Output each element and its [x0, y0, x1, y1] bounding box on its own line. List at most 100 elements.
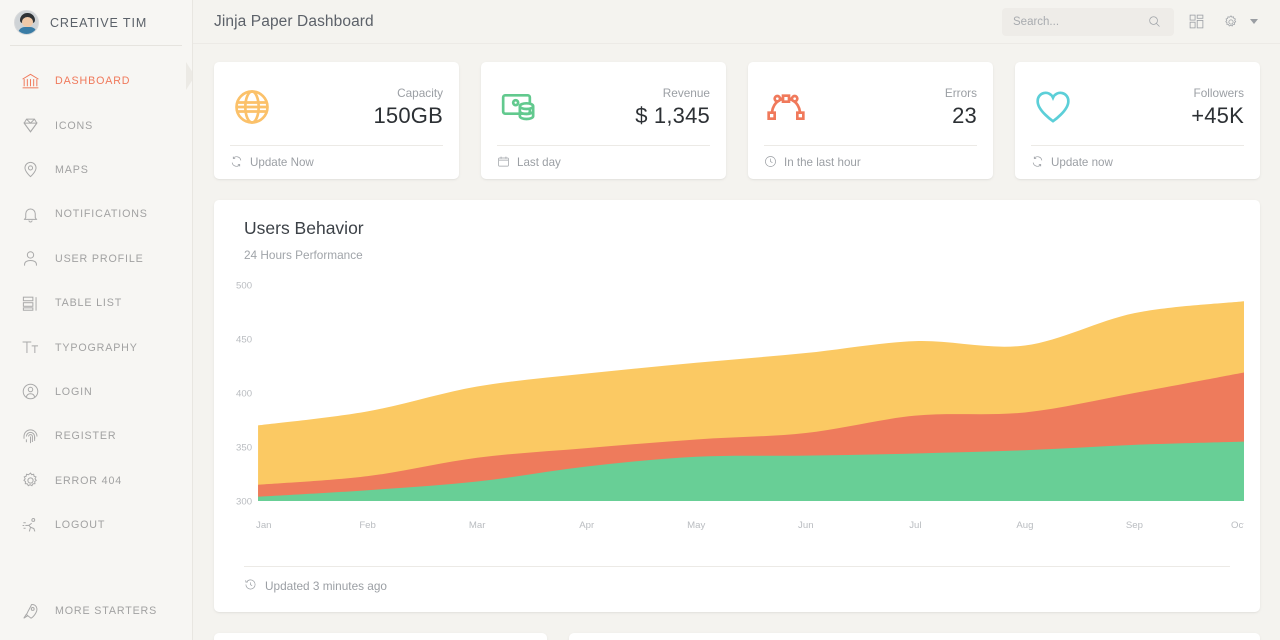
running-man-icon — [20, 515, 41, 536]
stat-label: Followers — [1191, 84, 1244, 102]
sidebar-divider — [10, 45, 182, 46]
sidebar-item-label: LOGOUT — [55, 519, 105, 531]
sidebar-item-label: ICONS — [55, 120, 93, 132]
vector-path-icon — [764, 85, 808, 129]
main-area: Jinja Paper Dashboard — [193, 0, 1280, 640]
sidebar-item-user-profile[interactable]: USER PROFILE — [0, 237, 192, 281]
bottom-row — [214, 633, 1260, 640]
sidebar-item-label: LOGIN — [55, 386, 93, 398]
sidebar-item-dashboard[interactable]: DASHBOARD — [0, 59, 192, 103]
sidebar-item-login[interactable]: LOGIN — [0, 370, 192, 414]
x-axis-tick: Feb — [359, 520, 376, 531]
stat-footer[interactable]: Last day — [497, 146, 710, 179]
sidebar-item-label: MORE STARTERS — [55, 605, 157, 617]
chart-title: Users Behavior — [230, 218, 1244, 239]
brand[interactable]: CREATIVE TIM — [0, 0, 192, 45]
stat-label: Revenue — [635, 84, 710, 102]
page-title: Jinja Paper Dashboard — [214, 13, 374, 31]
search-input[interactable] — [1013, 16, 1143, 28]
x-axis-tick: Oct — [1231, 520, 1244, 531]
sidebar-item-icons[interactable]: ICONS — [0, 103, 192, 147]
topbar-actions — [1002, 8, 1258, 36]
stat-card-capacity: Capacity 150GB Update Now — [214, 62, 459, 179]
users-behavior-card: Users Behavior 24 Hours Performance 300 3… — [214, 200, 1260, 612]
y-axis-tick: 500 — [236, 281, 252, 292]
stat-footer-label: Update Now — [250, 156, 314, 169]
stat-value: 150GB — [374, 102, 444, 130]
sidebar-item-notifications[interactable]: NOTIFICATIONS — [0, 192, 192, 236]
sidebar-nav: DASHBOARD ICONS MAPS NOTIFICATIONS — [0, 59, 192, 547]
stat-card-revenue: Revenue $ 1,345 Last day — [481, 62, 726, 179]
fingerprint-icon — [20, 426, 41, 447]
sidebar-item-error-404[interactable]: ERROR 404 — [0, 459, 192, 503]
stat-label: Capacity — [374, 84, 444, 102]
clock-icon — [764, 155, 777, 171]
x-axis-tick: Jan — [256, 520, 271, 531]
chart-plot-area: 300350400450500JanFebMarAprMayJunJulAugS… — [230, 273, 1244, 558]
sidebar-item-label: NOTIFICATIONS — [55, 208, 148, 220]
stat-value: 23 — [945, 102, 977, 130]
grid-dashboard-icon[interactable] — [1183, 9, 1209, 35]
y-axis-tick: 300 — [236, 497, 252, 508]
sidebar-item-typography[interactable]: TYPOGRAPHY — [0, 325, 192, 369]
stat-card-followers: Followers +45K Update now — [1015, 62, 1260, 179]
stat-footer-label: Update now — [1051, 156, 1113, 169]
refresh-icon — [230, 155, 243, 171]
sidebar-item-label: DASHBOARD — [55, 75, 130, 87]
chart-footer-label: Updated 3 minutes ago — [265, 579, 387, 593]
user-icon — [20, 248, 41, 269]
search-icon[interactable] — [1143, 9, 1166, 35]
chart-footer[interactable]: Updated 3 minutes ago — [230, 567, 1244, 605]
chevron-down-icon[interactable] — [1250, 19, 1258, 24]
map-pin-icon — [20, 159, 41, 180]
bank-icon — [20, 71, 41, 92]
content: Capacity 150GB Update Now — [193, 44, 1280, 640]
x-axis-tick: Mar — [469, 520, 486, 531]
stat-value: $ 1,345 — [635, 102, 710, 130]
stats-row: Capacity 150GB Update Now — [214, 62, 1260, 179]
stat-value: +45K — [1191, 102, 1244, 130]
brand-name: CREATIVE TIM — [50, 16, 147, 30]
y-axis-tick: 450 — [236, 335, 252, 346]
typography-icon — [20, 337, 41, 358]
gear-icon — [20, 470, 41, 491]
bell-icon — [20, 204, 41, 225]
sidebar-item-register[interactable]: REGISTER — [0, 414, 192, 458]
x-axis-tick: May — [687, 520, 705, 531]
avatar — [14, 10, 39, 35]
stat-footer-label: Last day — [517, 156, 561, 169]
sidebar-item-label: ERROR 404 — [55, 475, 122, 487]
topbar: Jinja Paper Dashboard — [193, 0, 1280, 44]
refresh-icon — [1031, 155, 1044, 171]
settings-gear-icon[interactable] — [1218, 9, 1244, 35]
stat-card-errors: Errors 23 In the last hour — [748, 62, 993, 179]
sidebar-item-label: REGISTER — [55, 430, 116, 442]
y-axis-tick: 400 — [236, 389, 252, 400]
rocket-icon — [20, 601, 41, 622]
sidebar-item-logout[interactable]: LOGOUT — [0, 503, 192, 547]
search-box[interactable] — [1002, 8, 1174, 36]
x-axis-tick: Sep — [1126, 520, 1143, 531]
stat-footer[interactable]: Update Now — [230, 146, 443, 179]
x-axis-tick: Jul — [909, 520, 921, 531]
stat-footer[interactable]: In the last hour — [764, 146, 977, 179]
sidebar-item-table-list[interactable]: TABLE LIST — [0, 281, 192, 325]
y-axis-tick: 350 — [236, 443, 252, 454]
history-icon — [244, 578, 257, 594]
calendar-icon — [497, 155, 510, 171]
chart-subtitle: 24 Hours Performance — [230, 248, 1244, 262]
stacked-area-chart: 300350400450500JanFebMarAprMayJunJulAugS… — [230, 273, 1244, 558]
globe-icon — [230, 85, 274, 129]
sidebar-item-maps[interactable]: MAPS — [0, 148, 192, 192]
email-statistics-card — [214, 633, 547, 640]
stat-footer[interactable]: Update now — [1031, 146, 1244, 179]
sidebar-item-label: MAPS — [55, 164, 89, 176]
dashboard-app: CREATIVE TIM DASHBOARD ICONS MAPS — [0, 0, 1280, 640]
table-icon — [20, 293, 41, 314]
x-axis-tick: Aug — [1016, 520, 1033, 531]
active-item-notch — [186, 62, 193, 90]
sidebar-item-label: TYPOGRAPHY — [55, 342, 138, 354]
sidebar-more-starters[interactable]: MORE STARTERS — [0, 589, 192, 633]
diamond-icon — [20, 115, 41, 136]
completed-tasks-card — [569, 633, 1260, 640]
